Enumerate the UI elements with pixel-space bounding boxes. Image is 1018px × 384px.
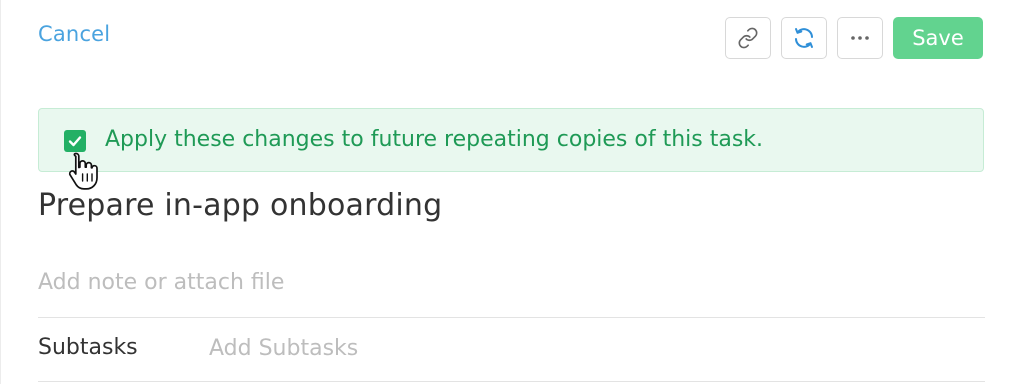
apply-future-copies-checkbox[interactable] [64, 130, 86, 152]
check-icon [68, 136, 82, 147]
task-editor-panel: Cancel Save Apply these changes to futur… [0, 0, 1018, 384]
toolbar: Save [725, 17, 983, 59]
link-icon [738, 27, 758, 49]
more-icon [851, 36, 869, 40]
repeat-icon [795, 28, 813, 48]
repeat-changes-banner: Apply these changes to future repeating … [38, 108, 984, 172]
add-subtasks-field[interactable]: Add Subtasks [209, 336, 358, 361]
save-button[interactable]: Save [893, 17, 983, 59]
repeat-button[interactable] [781, 17, 827, 59]
cancel-button[interactable]: Cancel [38, 22, 110, 46]
banner-message: Apply these changes to future repeating … [105, 127, 764, 152]
task-title[interactable]: Prepare in-app onboarding [38, 188, 442, 223]
task-note-field[interactable]: Add note or attach file [38, 270, 284, 295]
subtasks-divider [38, 381, 985, 382]
note-divider [38, 317, 985, 318]
copy-link-button[interactable] [725, 17, 771, 59]
more-options-button[interactable] [837, 17, 883, 59]
subtasks-label: Subtasks [38, 335, 138, 360]
